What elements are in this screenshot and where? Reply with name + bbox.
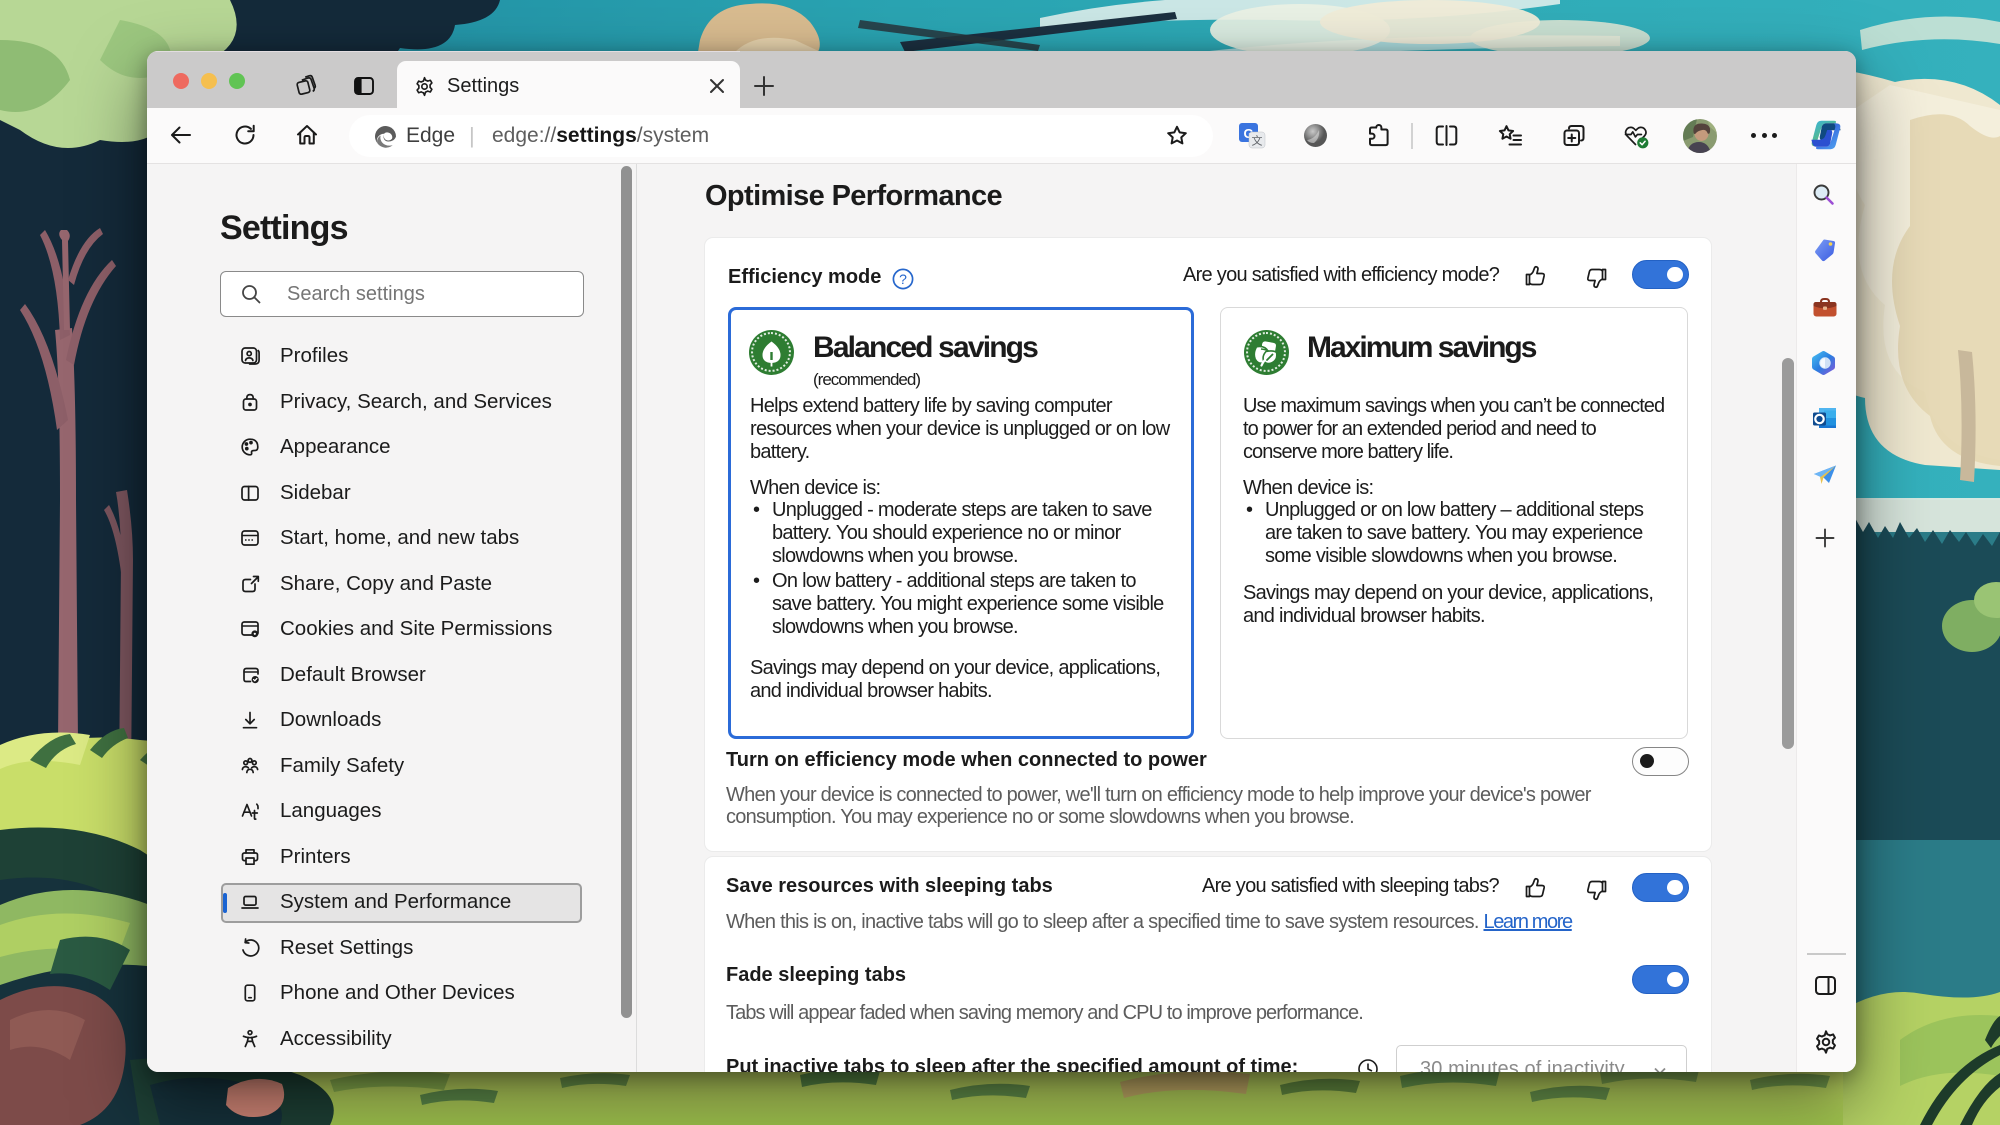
svg-text:文: 文 (1252, 134, 1263, 148)
svg-text:?: ? (899, 271, 907, 287)
